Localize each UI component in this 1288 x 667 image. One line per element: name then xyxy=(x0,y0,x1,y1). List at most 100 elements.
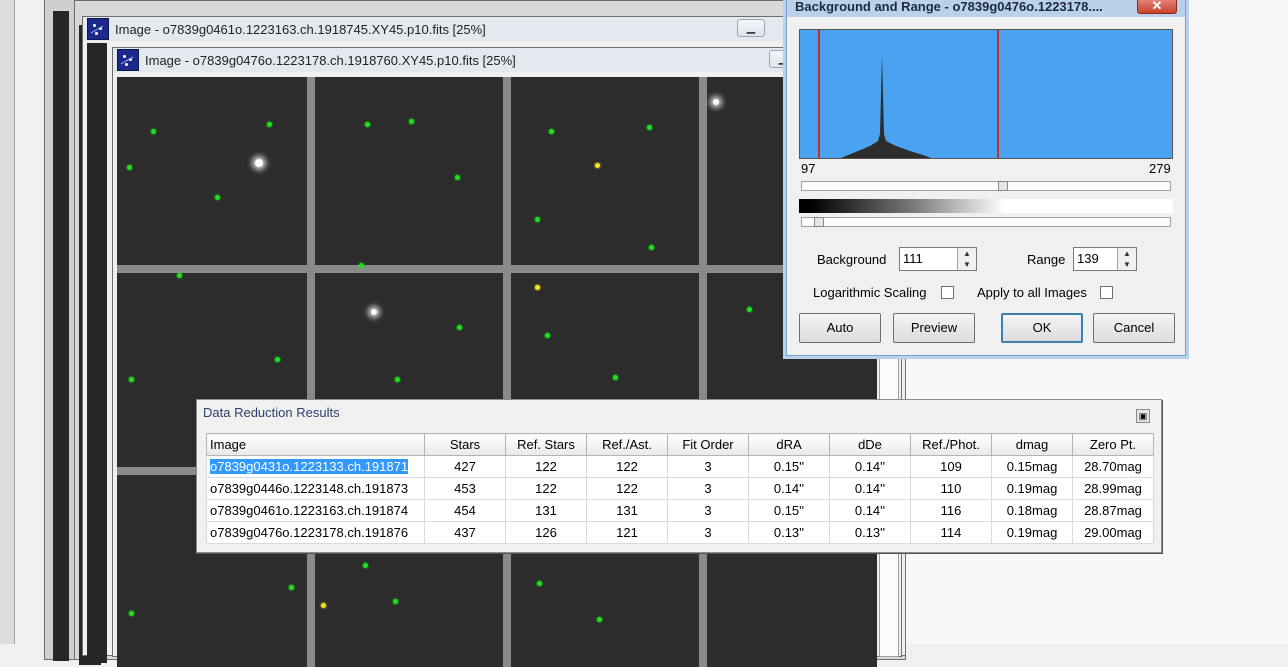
column-header[interactable]: Image xyxy=(206,433,425,456)
table-cell: 121 xyxy=(586,521,668,544)
table-cell: 0.13'' xyxy=(829,521,911,544)
telescope-app-icon xyxy=(87,18,109,40)
star-marker xyxy=(647,125,652,130)
ok-button[interactable]: OK xyxy=(1001,313,1083,343)
image-window-2-titlebar[interactable]: Image - o7839g0476o.1223178.ch.1918760.X… xyxy=(113,48,901,72)
histogram-curve xyxy=(841,54,931,158)
table-cell: 0.15'' xyxy=(748,499,830,522)
star-marker xyxy=(215,195,220,200)
table-cell: 28.87mag xyxy=(1072,499,1154,522)
cancel-button[interactable]: Cancel xyxy=(1093,313,1175,343)
column-header[interactable]: Ref./Phot. xyxy=(910,433,992,456)
histogram-max-line[interactable] xyxy=(997,30,999,158)
dialog-title: Background and Range - o7839g0476o.12231… xyxy=(795,0,1103,14)
column-header[interactable]: dDe xyxy=(829,433,911,456)
table-row[interactable]: o7839g0446o.1223148.ch.191873 453 122 12… xyxy=(206,477,1154,500)
column-header[interactable]: dRA xyxy=(748,433,830,456)
column-header[interactable]: Zero Pt. xyxy=(1072,433,1154,456)
bright-star xyxy=(713,99,719,105)
bright-star xyxy=(371,309,377,315)
data-reduction-results-window[interactable]: Data Reduction Results ▣ Image Stars Ref… xyxy=(196,399,1162,553)
image-window-2[interactable]: Image - o7839g0476o.1223178.ch.1918760.X… xyxy=(112,47,902,667)
table-cell: o7839g0476o.1223178.ch.191876 xyxy=(206,521,425,544)
histogram xyxy=(799,29,1173,159)
column-header[interactable]: Ref. Stars xyxy=(505,433,587,456)
star-marker xyxy=(545,333,550,338)
spin-down-icon[interactable]: ▼ xyxy=(957,259,976,270)
column-header[interactable]: Ref./Ast. xyxy=(586,433,668,456)
table-cell: 453 xyxy=(424,477,506,500)
table-row[interactable]: o7839g0476o.1223178.ch.191876 437 126 12… xyxy=(206,521,1154,544)
minimize-button[interactable]: ▁ xyxy=(737,19,765,37)
contrast-slider[interactable] xyxy=(801,217,1171,227)
spin-down-icon[interactable]: ▼ xyxy=(1117,259,1136,270)
table-cell: 454 xyxy=(424,499,506,522)
table-cell: 0.15'' xyxy=(748,455,830,478)
restore-icon[interactable]: ▣ xyxy=(1136,409,1150,423)
table-header-row: Image Stars Ref. Stars Ref./Ast. Fit Ord… xyxy=(206,433,1154,456)
table-cell: 122 xyxy=(505,477,587,500)
spin-up-icon[interactable]: ▲ xyxy=(957,248,976,259)
table-cell: 0.13'' xyxy=(748,521,830,544)
slider-thumb[interactable] xyxy=(998,181,1008,191)
table-cell: 0.14'' xyxy=(829,477,911,500)
star-marker xyxy=(409,119,414,124)
background-label: Background xyxy=(817,252,887,267)
image-name: o7839g0431o.1223133.ch.191871 xyxy=(210,459,409,474)
table-cell: 3 xyxy=(667,499,749,522)
image-name: o7839g0476o.1223178.ch.191876 xyxy=(210,525,409,540)
table-cell: 3 xyxy=(667,455,749,478)
histogram-min-line[interactable] xyxy=(818,30,820,158)
table-cell: 0.14'' xyxy=(829,499,911,522)
star-marker xyxy=(613,375,618,380)
background-value[interactable]: 111 xyxy=(903,251,923,266)
table-cell: 131 xyxy=(586,499,668,522)
table-cell: 3 xyxy=(667,521,749,544)
slider-thumb[interactable] xyxy=(814,217,824,227)
table-cell: 3 xyxy=(667,477,749,500)
table-cell: 0.19mag xyxy=(991,477,1073,500)
histogram-min-value: 97 xyxy=(801,161,816,176)
column-header[interactable]: Fit Order xyxy=(667,433,749,456)
apply-all-checkbox[interactable] xyxy=(1100,286,1113,299)
table-cell: 0.14'' xyxy=(748,477,830,500)
table-cell: 126 xyxy=(505,521,587,544)
table-cell: 122 xyxy=(586,455,668,478)
table-cell: 28.70mag xyxy=(1072,455,1154,478)
column-header[interactable]: dmag xyxy=(991,433,1073,456)
close-button[interactable]: ✕ xyxy=(1137,0,1177,14)
table-cell: 29.00mag xyxy=(1072,521,1154,544)
log-scaling-label: Logarithmic Scaling xyxy=(813,285,927,300)
grayscale-bar xyxy=(799,199,1173,213)
table-cell: 131 xyxy=(505,499,587,522)
preview-button[interactable]: Preview xyxy=(893,313,975,343)
image-name: o7839g0446o.1223148.ch.191873 xyxy=(210,481,409,496)
image-window-1-titlebar[interactable]: Image - o7839g0461o.1223163.ch.1918745.X… xyxy=(83,17,905,41)
results-table[interactable]: Image Stars Ref. Stars Ref./Ast. Fit Ord… xyxy=(206,433,1154,544)
log-scaling-checkbox[interactable] xyxy=(941,286,954,299)
dialog-titlebar[interactable]: Background and Range - o7839g0476o.12231… xyxy=(787,0,1185,17)
table-cell: o7839g0446o.1223148.ch.191873 xyxy=(206,477,425,500)
star-marker xyxy=(549,129,554,134)
table-cell: 122 xyxy=(586,477,668,500)
star-marker xyxy=(129,611,134,616)
histogram-range-slider[interactable] xyxy=(801,181,1171,191)
table-row[interactable]: o7839g0461o.1223163.ch.191874 454 131 13… xyxy=(206,499,1154,522)
range-value[interactable]: 139 xyxy=(1077,251,1099,266)
table-cell: 109 xyxy=(910,455,992,478)
range-spinbox[interactable]: 139 ▲ ▼ xyxy=(1073,247,1137,271)
table-cell: 427 xyxy=(424,455,506,478)
table-cell: 114 xyxy=(910,521,992,544)
table-cell: 0.15mag xyxy=(991,455,1073,478)
star-marker xyxy=(151,129,156,134)
star-marker xyxy=(535,217,540,222)
table-cell: 0.18mag xyxy=(991,499,1073,522)
apply-all-label: Apply to all Images xyxy=(977,285,1087,300)
table-row[interactable]: o7839g0431o.1223133.ch.191871 427 122 12… xyxy=(206,455,1154,478)
star-marker xyxy=(289,585,294,590)
background-range-dialog[interactable]: Background and Range - o7839g0476o.12231… xyxy=(786,0,1186,356)
background-spinbox[interactable]: 111 ▲ ▼ xyxy=(899,247,977,271)
column-header[interactable]: Stars xyxy=(424,433,506,456)
spin-up-icon[interactable]: ▲ xyxy=(1117,248,1136,259)
auto-button[interactable]: Auto xyxy=(799,313,881,343)
